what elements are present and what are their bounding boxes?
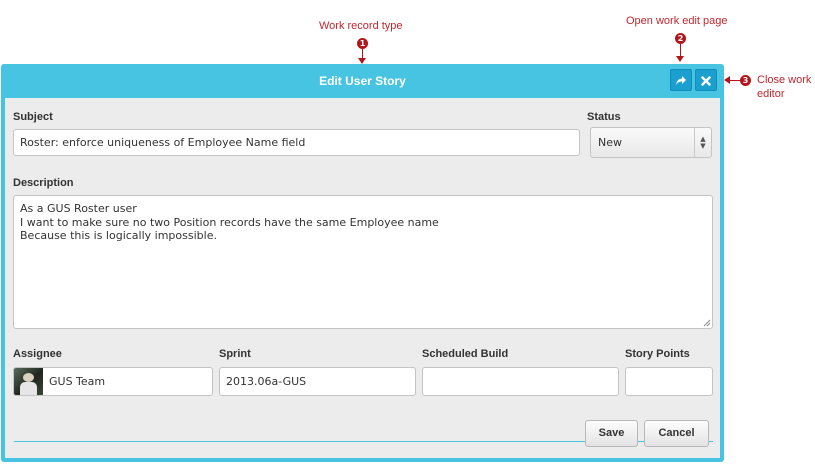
callout-close-work-editor-line2: editor [757, 88, 785, 100]
save-button[interactable]: Save [585, 420, 638, 447]
assignee-label: Assignee [13, 348, 62, 360]
resize-grip-icon [703, 319, 711, 327]
callout-number-3: 3 [740, 75, 751, 86]
subject-label: Subject [13, 111, 53, 123]
story-points-label: Story Points [625, 348, 690, 360]
callout-work-record-type: Work record type [319, 20, 403, 32]
modal-title: Edit User Story [319, 74, 406, 88]
callout-number-1: 1 [357, 38, 368, 49]
sprint-label: Sprint [219, 348, 251, 360]
assignee-input[interactable]: GUS Team [13, 367, 213, 396]
avatar-figure-body [20, 382, 37, 395]
close-editor-button[interactable] [695, 69, 717, 91]
callout-close-work-editor-line1: Close work [757, 74, 812, 86]
sprint-input[interactable]: 2013.06a-GUS [219, 367, 416, 396]
callout-2-arrow [680, 44, 681, 56]
modal-header: Edit User Story [1, 64, 724, 98]
close-icon [701, 76, 711, 86]
updown-chevron-icon: ▲ ▼ [694, 128, 711, 157]
callout-number-2: 2 [675, 33, 686, 44]
cancel-button[interactable]: Cancel [644, 420, 709, 447]
scheduled-build-input[interactable] [422, 367, 619, 396]
callout-2-arrowhead [676, 56, 684, 62]
assignee-avatar [14, 368, 43, 395]
open-work-edit-page-button[interactable] [670, 69, 692, 91]
subject-input[interactable]: Roster: enforce uniqueness of Employee N… [13, 129, 580, 156]
sprint-value: 2013.06a-GUS [226, 375, 307, 388]
share-arrow-icon [676, 76, 686, 85]
status-label: Status [587, 111, 621, 123]
assignee-value: GUS Team [49, 375, 106, 388]
description-textarea[interactable]: As a GUS Roster user I want to make sure… [13, 195, 713, 329]
description-label: Description [13, 177, 74, 189]
scheduled-build-label: Scheduled Build [422, 348, 509, 360]
edit-user-story-modal: Edit User Story Subject Roster: enforce … [1, 64, 724, 462]
modal-body: Subject Roster: enforce uniqueness of Em… [5, 98, 720, 458]
avatar-figure [23, 373, 34, 382]
status-select[interactable]: New ▲ ▼ [590, 127, 712, 158]
callout-open-work-edit-page: Open work edit page [626, 15, 728, 27]
subject-value: Roster: enforce uniqueness of Employee N… [20, 136, 306, 149]
story-points-input[interactable] [625, 367, 713, 396]
status-value: New [598, 136, 622, 149]
